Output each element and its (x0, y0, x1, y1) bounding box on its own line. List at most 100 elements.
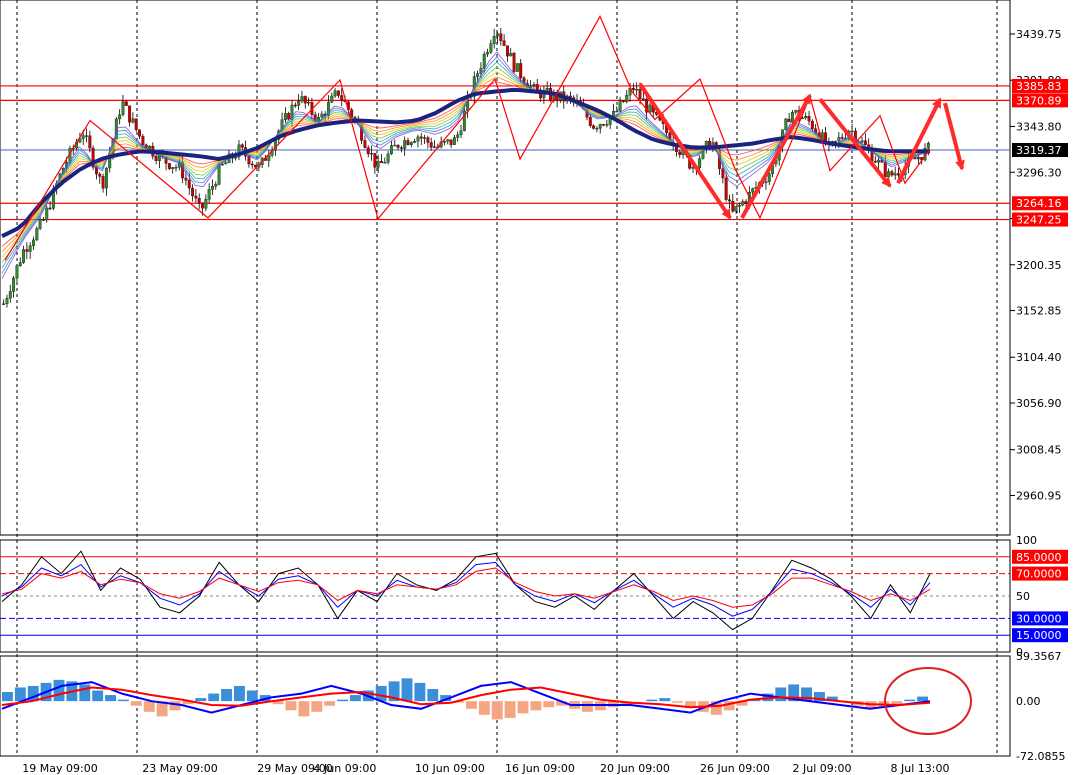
candle-body (519, 63, 523, 79)
candle-body (873, 160, 877, 163)
candle-body (413, 141, 417, 143)
candle-body (134, 118, 138, 130)
candle-body (605, 124, 609, 126)
macd-histogram-bar (324, 701, 336, 706)
candle-body (791, 112, 794, 123)
candle-body (194, 195, 198, 199)
candle-body (459, 130, 463, 136)
candle-body (386, 153, 390, 163)
macd-histogram-bar (92, 690, 104, 702)
candle-body (38, 219, 42, 229)
candle-body (449, 139, 453, 145)
candle-body (724, 177, 728, 200)
candle-body (85, 135, 88, 137)
candle-body (25, 249, 29, 252)
candle-body (638, 89, 642, 99)
candle-body (863, 140, 867, 145)
candle-body (174, 167, 178, 169)
macd-histogram-bar (414, 682, 426, 702)
macd-histogram-bar (543, 701, 555, 708)
candle-body (88, 135, 92, 149)
candle-body (35, 228, 39, 241)
candle-body (446, 139, 450, 142)
y-tick-label: 3056.90 (1016, 397, 1062, 410)
macd-histogram-bar (208, 693, 220, 702)
candle-body (98, 173, 102, 177)
level-label: 3385.83 (1016, 80, 1062, 93)
candle-body (383, 162, 387, 164)
candle-body (224, 162, 228, 165)
candle-body (489, 43, 493, 53)
x-tick-label: 23 May 09:00 (142, 762, 217, 775)
candle-body (877, 159, 881, 163)
candle-body (615, 110, 619, 113)
candle-body (101, 176, 105, 189)
candle-body (32, 239, 35, 246)
macd-tick-label: 0.00 (1016, 695, 1041, 708)
candle-body (499, 33, 503, 41)
y-tick-label: 3200.35 (1016, 259, 1062, 272)
candle-body (320, 113, 324, 118)
macd-histogram-bar (891, 701, 903, 705)
candle-body (850, 130, 854, 133)
candle-body (787, 118, 791, 123)
macd-histogram-bar (285, 701, 297, 711)
y-tick-label: 3008.45 (1016, 444, 1062, 457)
candle-body (635, 89, 639, 91)
candle-body (588, 117, 592, 126)
macd-tick-label: 59.3567 (1016, 650, 1062, 663)
candle-body (287, 113, 291, 120)
macd-histogram-bar (646, 699, 658, 702)
candle-body (419, 136, 423, 139)
stoch-level-label: 85.0000 (1016, 551, 1062, 564)
candle-body (399, 147, 403, 149)
candle-body (482, 53, 486, 69)
candle-body (443, 141, 446, 143)
macd-histogram-bar (2, 692, 13, 702)
candle-body (502, 40, 506, 46)
candle-body (883, 162, 887, 178)
candle-body (18, 262, 22, 266)
candle-body (456, 134, 460, 138)
candle-body (22, 249, 25, 263)
y-tick-label: 3296.30 (1016, 166, 1062, 179)
candle-body (840, 137, 844, 139)
stoch-tick-label: 50 (1016, 590, 1030, 603)
candle-body (217, 164, 221, 185)
candle-body (380, 161, 383, 163)
y-tick-label: 3104.40 (1016, 351, 1062, 364)
candle-body (409, 142, 413, 145)
y-tick-label: 3439.75 (1016, 28, 1062, 41)
candle-body (890, 171, 894, 176)
candle-body (837, 137, 841, 142)
candle-body (496, 33, 499, 37)
candle-body (403, 140, 407, 149)
candle-body (794, 110, 798, 113)
level-label: 3247.25 (1016, 214, 1062, 227)
candle-body (641, 98, 645, 100)
candle-body (373, 153, 377, 168)
candle-body (741, 201, 745, 206)
candle-body (340, 95, 344, 100)
candle-body (283, 113, 287, 120)
current-price-label: 3319.37 (1016, 144, 1062, 157)
macd-histogram-bar (504, 701, 516, 718)
x-tick-label: 10 Jun 09:00 (415, 762, 485, 775)
candle-body (211, 186, 214, 190)
macd-histogram-bar (530, 701, 542, 711)
candle-body (406, 140, 410, 145)
candle-body (810, 120, 814, 129)
candle-body (48, 207, 52, 210)
candle-body (734, 206, 738, 212)
macd-tick-label: -72.0855 (1016, 750, 1065, 763)
stoch-level-label: 70.0000 (1016, 568, 1062, 581)
candle-body (698, 158, 702, 169)
macd-histogram-bar (298, 701, 310, 717)
candle-body (28, 245, 32, 252)
candle-body (5, 298, 9, 304)
candle-body (307, 102, 311, 104)
stoch-level-label: 15.0000 (1016, 629, 1062, 642)
candle-body (187, 180, 191, 189)
candle-body (370, 153, 373, 155)
x-tick-label: 20 Jun 09:00 (600, 762, 670, 775)
